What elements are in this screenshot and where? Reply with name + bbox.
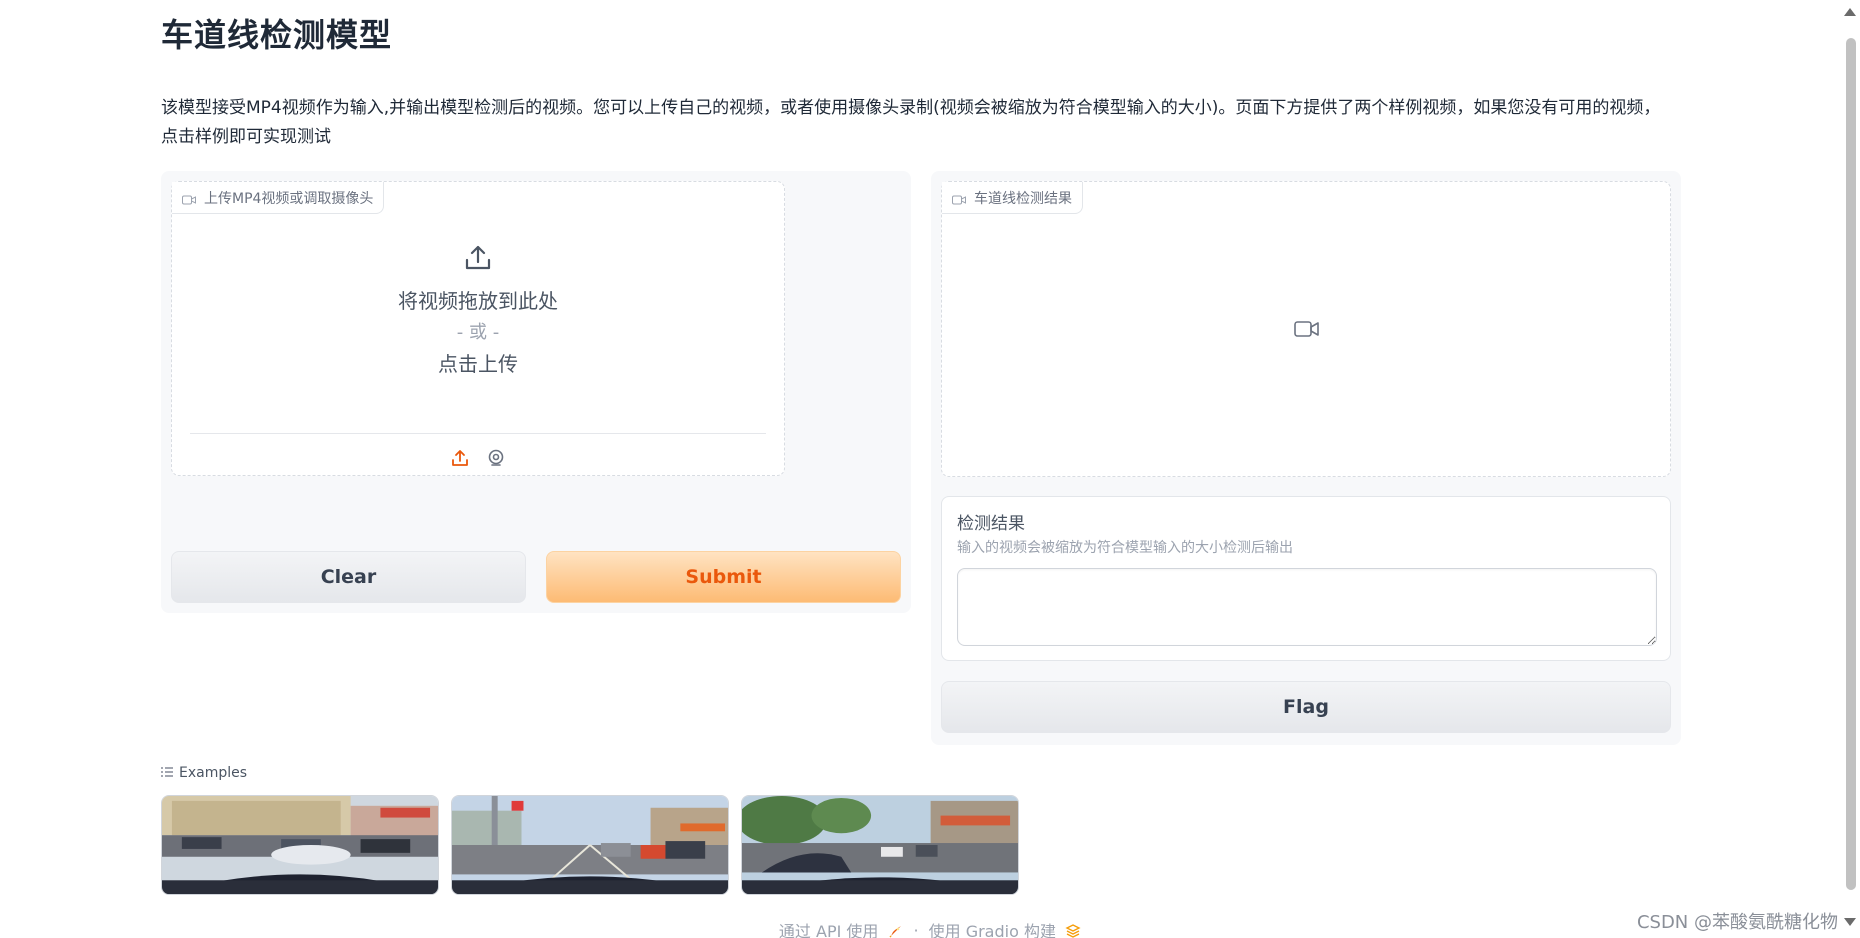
empty-video-icon [1294,319,1320,343]
rocket-icon [884,922,904,938]
result-label: 检测结果 [957,514,1025,534]
api-link-text: 通过 API 使用 [778,922,879,938]
result-textarea[interactable] [957,568,1657,646]
output-panel: 车道线检测结果 检测结果 输入的视频会被缩放为符合模型输入的大小检测后输出 Fl… [931,171,1681,745]
submit-button[interactable]: Submit [546,551,901,603]
examples-label: Examples [161,765,247,781]
upload-dropzone[interactable]: 将视频拖放到此处 - 或 - 点击上传 [172,182,784,437]
result-info: 输入的视频会被缩放为符合模型输入的大小检测后输出 [957,540,1293,556]
example-video-3[interactable] [741,795,1019,895]
video-upload-block[interactable]: 上传MP4视频或调取摄像头 将视频拖放到此处 - 或 - 点击上传 [171,181,785,476]
output-video-label-text: 车道线检测结果 [974,190,1072,207]
page-title: 车道线检测模型 [161,16,393,54]
gradio-logo-icon [1061,922,1081,938]
clear-button[interactable]: Clear [171,551,526,603]
or-text: - 或 - [456,321,500,343]
input-panel: 上传MP4视频或调取摄像头 将视频拖放到此处 - 或 - 点击上传 Clear … [161,171,911,613]
result-text-block: 检测结果 输入的视频会被缩放为符合模型输入的大小检测后输出 [941,496,1671,661]
api-link[interactable]: 通过 API 使用 [779,918,904,938]
examples-label-text: Examples [179,765,248,781]
click-upload-text: 点击上传 [438,351,518,376]
page-description: 该模型接受MP4视频作为输入,并输出模型检测后的视频。您可以上传自己的视频，或者… [161,98,1661,147]
drop-text: 将视频拖放到此处 [398,288,558,313]
flag-button[interactable]: Flag [941,681,1671,733]
source-selector [172,447,784,469]
example-video-2[interactable] [451,795,729,895]
output-video-label: 车道线检测结果 [942,182,1083,214]
page-scrollbar[interactable] [1846,38,1856,890]
scroll-up-arrow[interactable] [1844,8,1856,16]
video-camera-icon [952,193,966,204]
gradio-link[interactable]: 使用 Gradio 构建 [929,918,1081,938]
footer: 通过 API 使用 · 使用 Gradio 构建 [0,918,1860,938]
page-root: 车道线检测模型 该模型接受MP4视频作为输入,并输出模型检测后的视频。您可以上传… [0,0,1860,938]
output-video-block: 车道线检测结果 [941,181,1671,477]
webcam-source-icon[interactable] [485,447,507,469]
list-icon [161,765,173,781]
csdn-watermark: CSDN @苯酸氨酰糖化物 [1636,912,1838,933]
upload-icon [463,243,493,277]
scroll-down-arrow[interactable] [1844,918,1856,926]
source-divider [190,433,766,434]
gradio-link-text: 使用 Gradio 构建 [928,922,1056,938]
upload-source-icon[interactable] [449,447,471,469]
example-video-1[interactable] [161,795,439,895]
footer-separator: · [913,920,919,938]
